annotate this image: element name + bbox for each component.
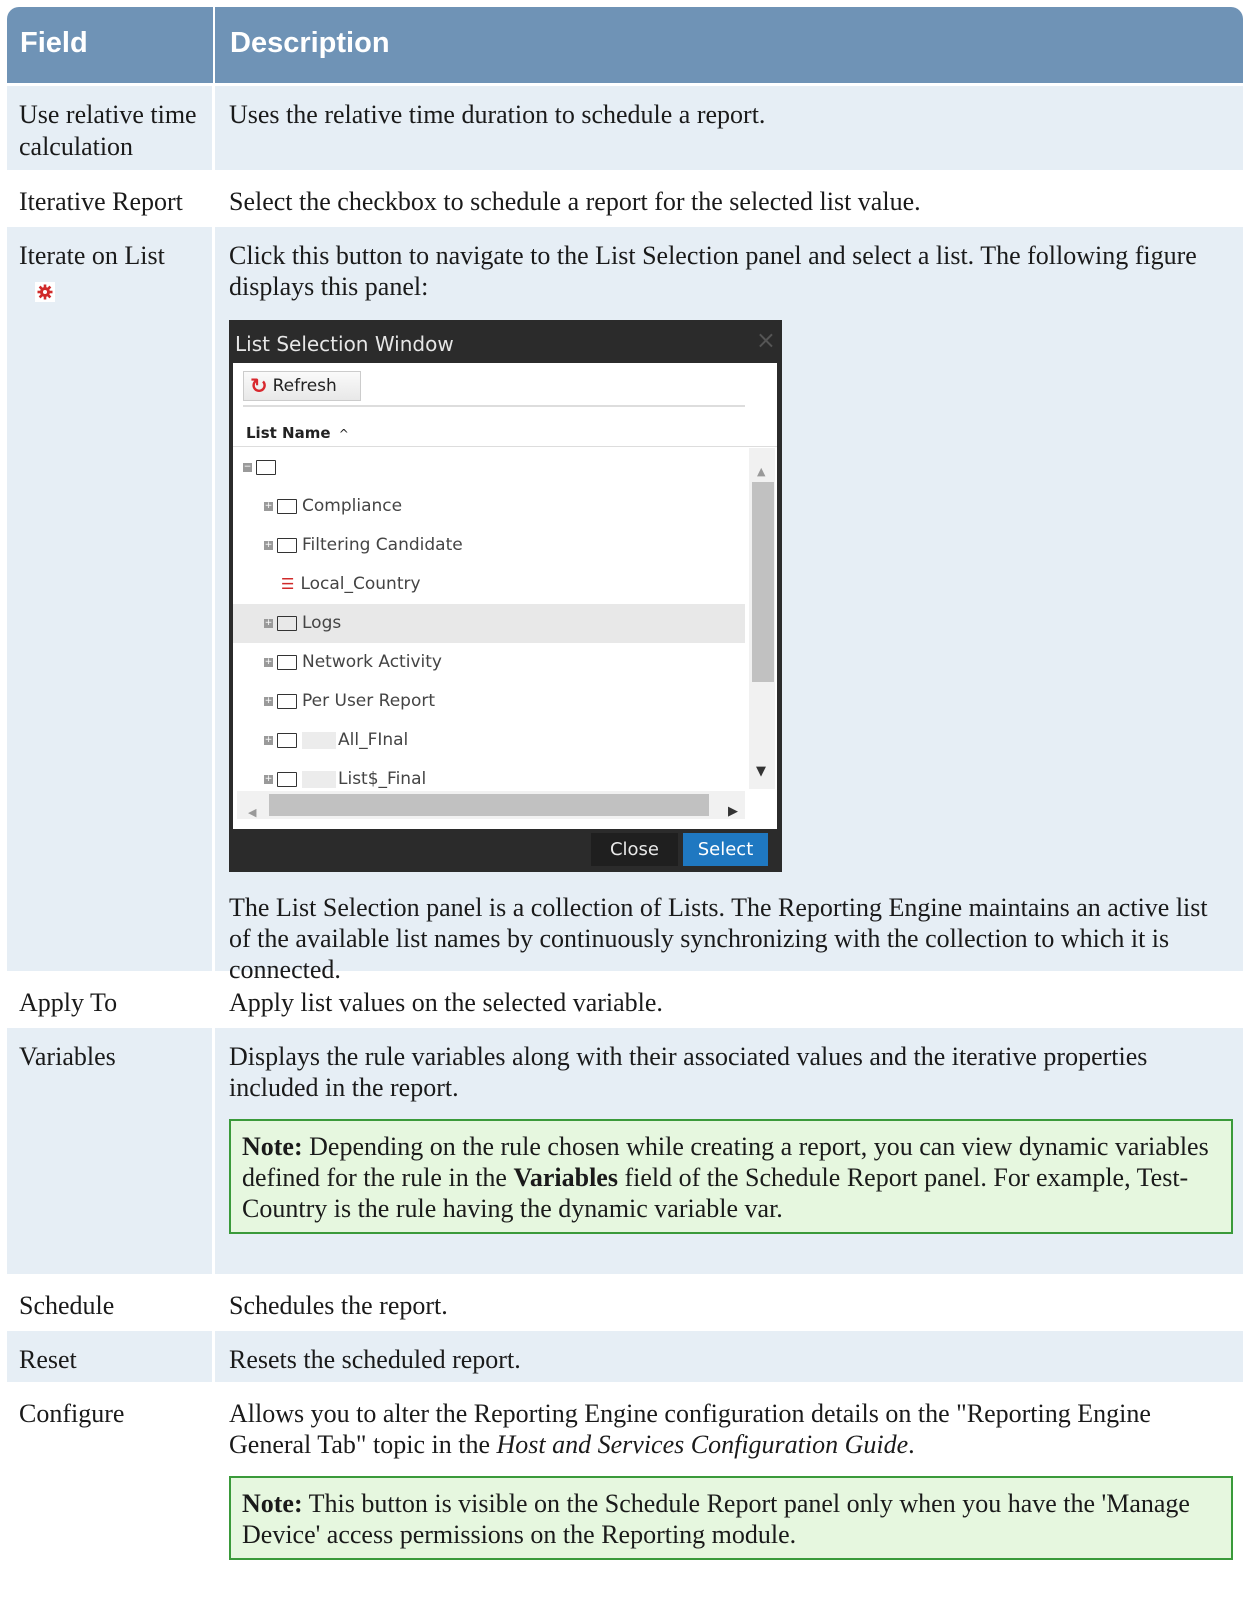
expand-icon[interactable]: + [264,775,273,784]
folder-icon [277,655,297,670]
refresh-button[interactable]: ↻ Refresh [243,371,361,401]
field-cell: Variables [7,1028,215,1274]
gear-icon[interactable] [35,278,55,302]
tree-root[interactable]: − [233,448,745,487]
list-icon: ☰ [281,575,295,593]
expand-icon[interactable]: + [264,619,273,628]
folder-icon [277,499,297,514]
table-row: Reset Resets the scheduled report. [7,1331,1243,1382]
description-cell: Click this button to navigate to the Lis… [215,227,1243,984]
description-cell: Displays the rule variables along with t… [215,1028,1243,1274]
table-row: Apply To Apply list values on the select… [7,974,1243,1025]
description-text-after: The List Selection panel is a collection… [229,893,1208,984]
toolbar-divider [243,405,745,407]
tree-item[interactable]: + Network Activity [233,643,745,682]
note-label: Note: [242,1489,303,1518]
folder-icon [277,694,297,709]
tree-item-label: Filtering Candidate [302,535,463,555]
tree-item-label: Compliance [302,496,403,516]
note-text: This button is visible on the Schedule R… [242,1489,1190,1549]
window-body: ↻ Refresh List Name ^ − + Compliance + F… [233,363,777,829]
tree-item[interactable]: ☰ Local_Country [233,565,745,604]
note-box: Note: This button is visible on the Sche… [229,1476,1233,1560]
field-cell: Use relative time calculation [7,86,215,170]
field-cell: Configure [7,1385,215,1585]
redacted-text [302,771,336,788]
refresh-icon: ↻ [250,373,268,398]
description-cell: Resets the scheduled report. [229,1345,521,1374]
table-row: Configure Allows you to alter the Report… [7,1385,1243,1585]
description-cell: Select the checkbox to schedule a report… [229,187,921,216]
note-emphasis: Variables [513,1163,618,1192]
table-row: Iterate on List Click this button to nav… [7,227,1243,984]
field-cell: Iterate on List [7,227,215,971]
tree-item-label: List$_Final [338,769,427,788]
horizontal-scrollbar[interactable]: ◀ ▶ [237,791,745,819]
column-label: List Name [246,424,331,442]
header-description: Description [230,27,390,59]
window-title: List Selection Window [235,332,454,356]
expand-icon[interactable]: + [264,541,273,550]
collapse-icon[interactable]: − [243,463,252,472]
horizontal-scroll-thumb[interactable] [269,794,709,816]
tree-item-label: Per User Report [302,691,436,711]
scroll-left-icon[interactable]: ◀ [248,797,256,828]
field-description-table: Field Description Use relative time calc… [7,7,1243,1585]
folder-icon [277,772,297,787]
header-divider [233,446,777,447]
description-text: Click this button to navigate to the Lis… [229,241,1197,301]
vertical-scrollbar[interactable]: ▲ ▼ [749,448,775,789]
tree-item[interactable]: + Filtering Candidate [233,526,745,565]
folder-icon [277,616,297,631]
list-tree: − + Compliance + Filtering Candidate ☰ L… [233,448,745,788]
tree-item-label: Local_Country [300,574,421,594]
note-box: Note: Depending on the rule chosen while… [229,1119,1233,1234]
field-label: Iterate on List [19,241,165,270]
tree-item[interactable]: + Compliance [233,487,745,526]
folder-icon [277,733,297,748]
header-field: Field [7,7,215,83]
folder-icon [277,538,297,553]
field-cell: Apply To [7,974,215,1025]
expand-icon[interactable]: + [264,736,273,745]
guide-title: Host and Services Configuration Guide [496,1430,909,1459]
description-cell: Schedules the report. [229,1291,448,1320]
list-selection-window: List Selection Window × ↻ Refresh List N… [229,320,782,872]
tree-item[interactable]: + List$_Final [233,760,745,788]
select-button[interactable]: Select [683,833,768,866]
redacted-text [302,732,336,749]
tree-item-label: Network Activity [302,652,442,672]
field-cell: Reset [7,1331,215,1382]
field-cell: Schedule [7,1277,215,1328]
scroll-down-icon[interactable]: ▼ [756,756,766,787]
table-row: Variables Displays the rule variables al… [7,1028,1243,1274]
table-row: Use relative time calculation Uses the r… [7,86,1243,170]
tree-item-label: All_FInal [338,730,409,750]
expand-icon[interactable]: + [264,697,273,706]
folder-open-icon [256,460,276,475]
table-row: Schedule Schedules the report. [7,1277,1243,1328]
description-cell: Uses the relative time duration to sched… [229,100,766,129]
table-row: Iterative Report Select the checkbox to … [7,173,1243,224]
close-button[interactable]: Close [591,833,678,866]
description-text: Displays the rule variables along with t… [229,1042,1148,1102]
vertical-scroll-thumb[interactable] [752,482,774,682]
tree-item-label: Logs [302,613,342,633]
tree-item[interactable]: + Per User Report [233,682,745,721]
table-header: Field Description [7,7,1243,83]
description-span: . [908,1430,915,1459]
description-text: Allows you to alter the Reporting Engine… [229,1398,1233,1460]
expand-icon[interactable]: + [264,658,273,667]
expand-icon[interactable]: + [264,502,273,511]
field-cell: Iterative Report [7,173,215,224]
note-label: Note: [242,1132,303,1161]
tree-item[interactable]: + All_FInal [233,721,745,760]
description-cell: Apply list values on the selected variab… [229,988,663,1017]
refresh-label: Refresh [272,375,337,396]
scroll-right-icon[interactable]: ▶ [728,796,738,827]
close-icon[interactable]: × [756,325,776,356]
sort-asc-icon: ^ [338,427,349,441]
description-cell: Allows you to alter the Reporting Engine… [215,1385,1243,1585]
tree-item-selected[interactable]: + Logs [233,604,745,643]
